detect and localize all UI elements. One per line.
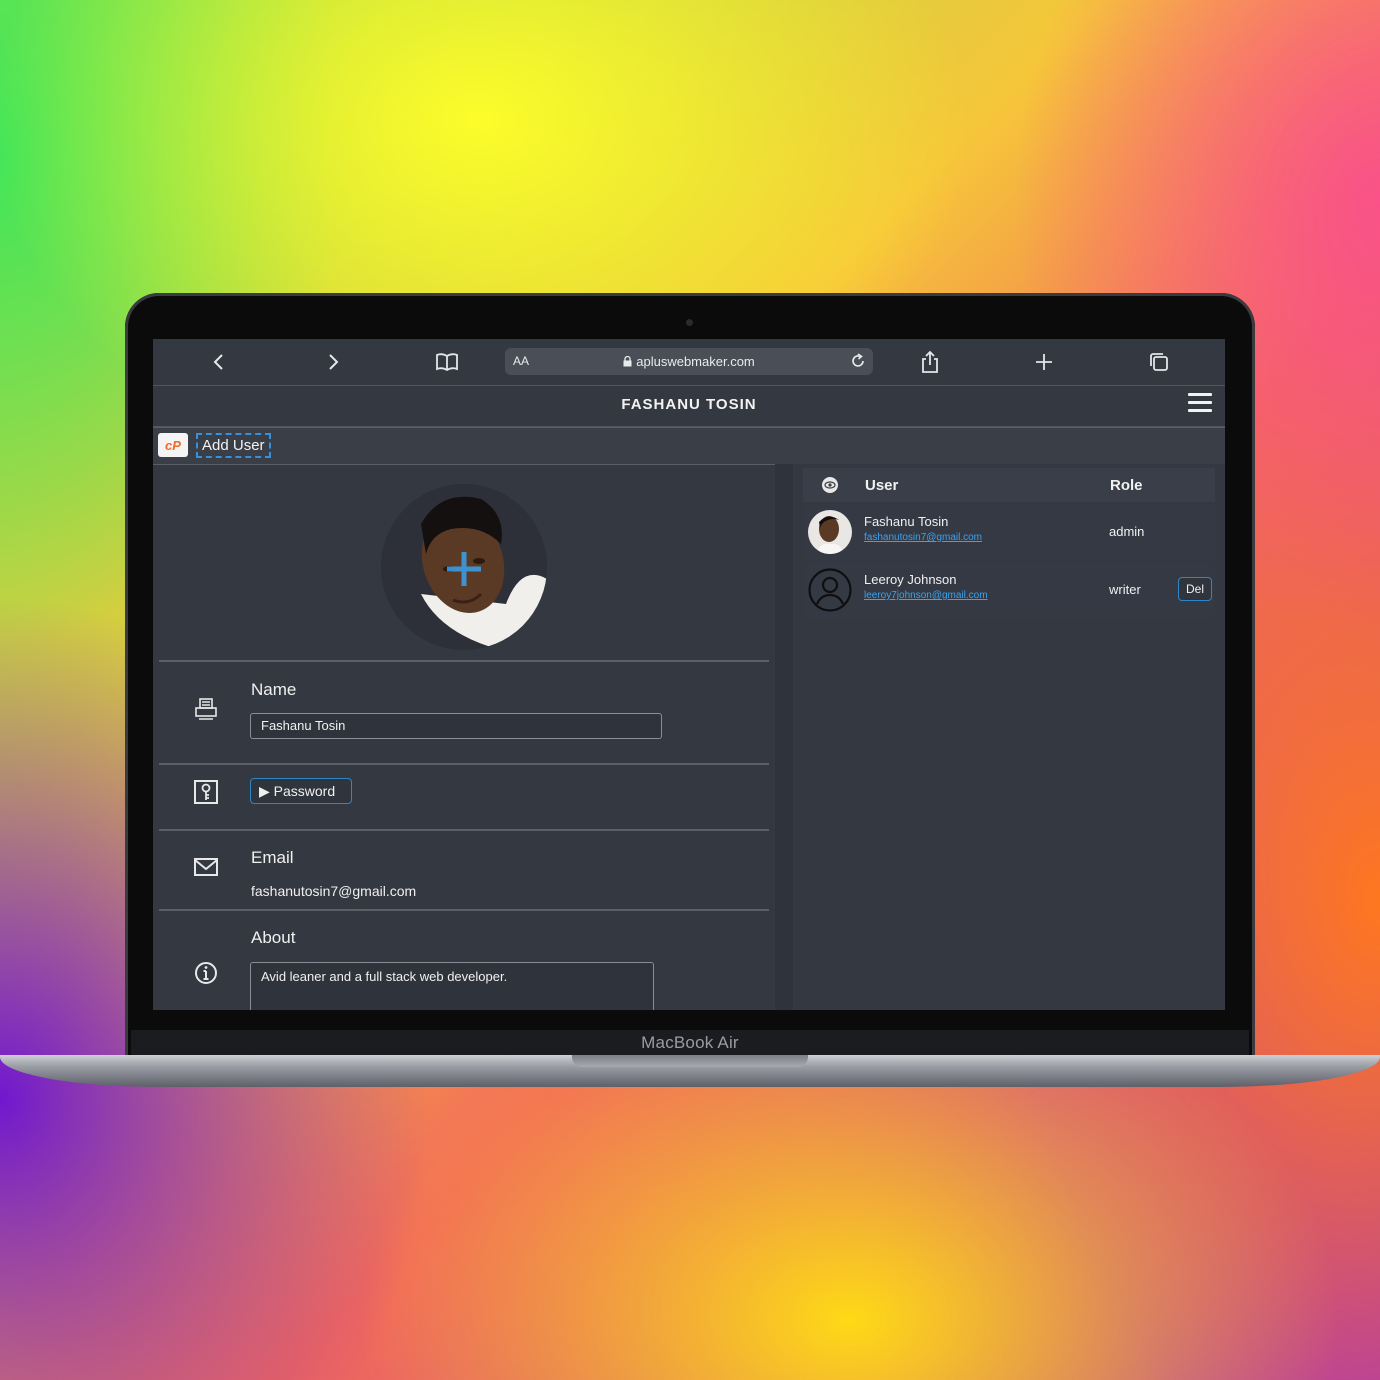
name-field[interactable]: Fashanu Tosin: [250, 713, 662, 739]
eye-icon[interactable]: [821, 476, 839, 499]
password-toggle-button[interactable]: ▶ Password: [250, 778, 353, 804]
admin-bar: cP Add User: [153, 427, 1225, 465]
site-header: FASHANU TOSIN: [153, 386, 1225, 427]
share-icon[interactable]: [916, 348, 944, 376]
url-text: apluswebmaker.com: [636, 354, 755, 369]
delete-user-button[interactable]: Del: [1178, 577, 1213, 601]
device-label: MacBook Air: [641, 1033, 739, 1052]
user-name: Leeroy Johnson: [864, 572, 957, 587]
add-user-button[interactable]: Add User: [196, 433, 271, 458]
browser-screen: AA apluswebmaker.com FASHANU TOSIN cP Ad…: [153, 339, 1225, 1010]
menu-icon[interactable]: [1188, 393, 1212, 415]
profile-avatar[interactable]: [381, 484, 547, 650]
user-name: Fashanu Tosin: [864, 514, 949, 529]
page-title: FASHANU TOSIN: [621, 396, 757, 413]
forward-icon[interactable]: [319, 348, 347, 376]
address-url: apluswebmaker.com: [505, 354, 873, 369]
column-header-user[interactable]: User: [865, 477, 898, 494]
key-icon: [193, 779, 219, 805]
default-user-icon: [808, 568, 852, 612]
back-icon[interactable]: [205, 348, 233, 376]
user-email-link[interactable]: fashanutosin7@gmail.com: [864, 532, 982, 543]
column-header-role[interactable]: Role: [1110, 477, 1143, 494]
divider: [159, 829, 769, 831]
about-label: About: [251, 928, 296, 947]
panel-divider: [775, 464, 793, 1010]
avatar: [808, 510, 852, 554]
bookmarks-icon[interactable]: [433, 348, 461, 376]
name-label: Name: [251, 680, 297, 699]
divider: [159, 909, 769, 911]
divider: [159, 660, 769, 662]
users-table: User Role Fashanu Tosin fashanutosin7@gm…: [793, 464, 1225, 1010]
camera-icon: [686, 319, 693, 326]
table-row[interactable]: Fashanu Tosin fashanutosin7@gmail.com ad…: [803, 504, 1215, 560]
tabs-overview-icon[interactable]: [1145, 348, 1173, 376]
divider: [159, 763, 769, 765]
about-textarea[interactable]: Avid leaner and a full stack web develop…: [250, 962, 654, 1010]
address-bar[interactable]: AA apluswebmaker.com: [505, 348, 873, 375]
email-value: fashanutosin7@gmail.com: [251, 883, 417, 899]
printer-icon: [193, 696, 219, 722]
user-email-link[interactable]: leeroy7johnson@gmail.com: [864, 590, 988, 601]
browser-toolbar: AA apluswebmaker.com: [153, 339, 1225, 386]
profile-panel: Name Fashanu Tosin ▶ Password Email fash…: [153, 464, 775, 1010]
reload-icon[interactable]: [849, 352, 867, 373]
email-label: Email: [251, 848, 294, 867]
mail-icon: [193, 854, 219, 880]
table-row[interactable]: Leeroy Johnson leeroy7johnson@gmail.com …: [803, 562, 1215, 618]
table-header: User Role: [803, 468, 1215, 502]
info-icon: [193, 960, 219, 986]
lock-icon: [623, 355, 632, 367]
user-role: writer: [1109, 582, 1141, 597]
laptop-notch: [572, 1055, 808, 1067]
cpanel-logo[interactable]: cP: [158, 433, 188, 457]
new-tab-icon[interactable]: [1030, 348, 1058, 376]
user-role: admin: [1109, 524, 1145, 539]
